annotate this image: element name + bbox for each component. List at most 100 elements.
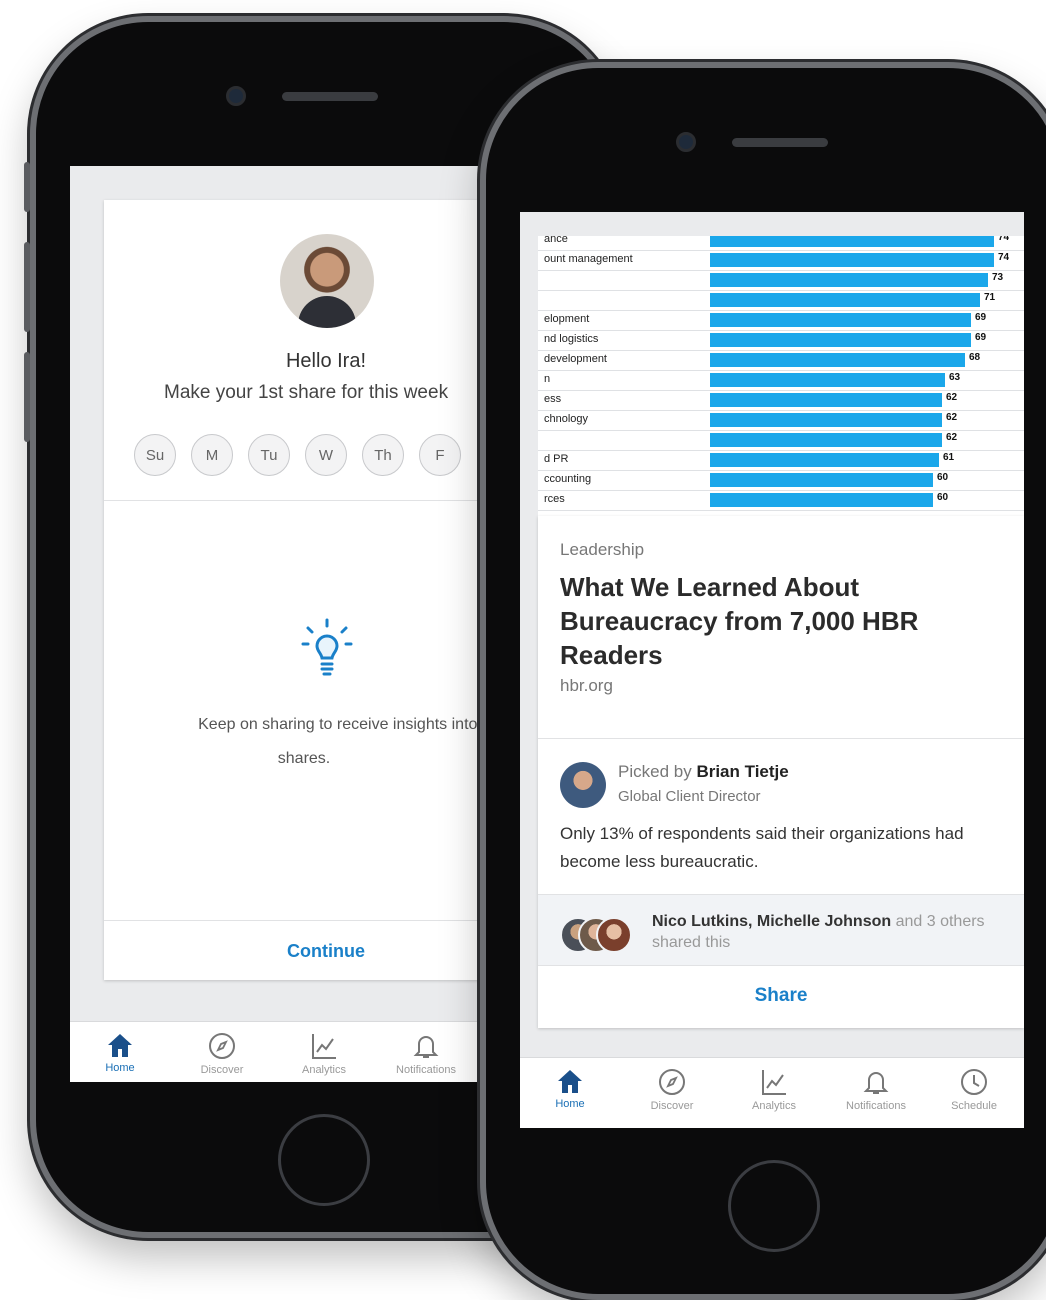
- tab-analytics[interactable]: Analytics: [724, 1068, 824, 1112]
- chart-bar: [710, 236, 994, 247]
- tab-discover[interactable]: Discover: [622, 1068, 722, 1112]
- home-icon: [558, 1070, 582, 1093]
- tab-home[interactable]: Home: [70, 1032, 170, 1074]
- chart-value-label: 71: [984, 292, 996, 303]
- tab-label: Discover: [650, 1100, 694, 1112]
- article-chart-image: ance 74 ount management 74 73 71 elopment 69nd …: [538, 236, 1024, 516]
- home-icon: [108, 1034, 132, 1057]
- tab-discover[interactable]: Discover: [172, 1032, 272, 1076]
- chart-bar: [710, 393, 942, 407]
- chart-row-label: development: [544, 353, 607, 365]
- shared-by-row[interactable]: Nico Lutkins, Michelle Johnson and 3 oth…: [538, 894, 1024, 966]
- chart-value-label: 69: [975, 312, 987, 323]
- lightbulb-icon: [301, 618, 353, 676]
- chart-row: elopment 69: [538, 310, 1024, 331]
- compass-icon: [209, 1033, 235, 1059]
- chart-row: ccounting 60: [538, 470, 1024, 491]
- volume-up-button: [24, 242, 30, 332]
- front-camera: [676, 132, 696, 152]
- chart-row: ance 74: [538, 236, 1024, 251]
- chart-row: 73: [538, 270, 1024, 291]
- chart-bar: [710, 413, 942, 427]
- tab-label: Home: [555, 1098, 585, 1110]
- chart-bar: [710, 373, 945, 387]
- day-thursday: Th: [362, 434, 404, 476]
- chart-value-label: 74: [998, 236, 1010, 243]
- chart-bar: [710, 353, 965, 367]
- bell-icon: [413, 1036, 439, 1058]
- divider: [104, 920, 544, 921]
- tab-label: Home: [105, 1062, 135, 1074]
- chart-row-label: rces: [544, 493, 565, 505]
- chart-bar: [710, 253, 994, 267]
- bell-icon: [863, 1072, 889, 1094]
- clock-icon: [961, 1069, 987, 1095]
- article-quote: Only 13% of respondents said their organ…: [560, 824, 964, 871]
- chart-bar: [710, 473, 933, 487]
- tab-home[interactable]: Home: [520, 1068, 620, 1110]
- earpiece-speaker: [732, 138, 828, 147]
- front-camera: [226, 86, 246, 106]
- bottom-tab-bar: Home Discover Analytics Notifications Sc…: [520, 1057, 1024, 1128]
- insight-hint-line-2: shares.: [277, 750, 331, 767]
- chart-row: ess 62: [538, 390, 1024, 411]
- chart-row-label: chnology: [544, 413, 589, 425]
- tab-schedule[interactable]: Schedule: [924, 1068, 1024, 1112]
- right-screen: ance 74 ount management 74 73 71 elopment 69nd …: [520, 212, 1024, 1128]
- article-title[interactable]: What We Learned About Bureaucracy from 7…: [560, 570, 980, 672]
- weekly-share-card: Hello Ira! Make your 1st share for this …: [104, 200, 544, 980]
- chart-row-label: nd logistics: [544, 333, 599, 345]
- avatar: [596, 917, 632, 953]
- chart-row: chnology 62: [538, 410, 1024, 431]
- chart-value-label: 60: [937, 472, 949, 483]
- day-monday: M: [191, 434, 233, 476]
- chart-row-label: n: [544, 373, 551, 385]
- chart-row: d PR 61: [538, 450, 1024, 471]
- day-wednesday: W: [305, 434, 347, 476]
- curator-name: Brian Tietje: [696, 762, 789, 781]
- chart-bar: [710, 493, 933, 507]
- chart-value-label: 62: [946, 412, 958, 423]
- home-button[interactable]: [728, 1160, 820, 1252]
- share-button[interactable]: Share: [538, 974, 1024, 1018]
- tab-notifications[interactable]: Notifications: [826, 1068, 926, 1112]
- avatar-stack: [560, 917, 640, 953]
- shared-by-text: Nico Lutkins, Michelle Johnson and 3 oth…: [652, 911, 1012, 953]
- chart-value-label: 69: [975, 332, 987, 343]
- avatar: [280, 234, 374, 328]
- tab-label: Discover: [200, 1064, 244, 1076]
- tab-label: Notifications: [846, 1100, 906, 1112]
- tab-label: Analytics: [301, 1064, 347, 1076]
- chart-row-label: ccounting: [544, 473, 592, 485]
- chart-value-label: 63: [949, 372, 961, 383]
- chart-value-label: 60: [937, 492, 949, 503]
- chart-value-label: 62: [946, 392, 958, 403]
- chart-row: rces 60: [538, 490, 1024, 511]
- tab-label: Notifications: [396, 1064, 456, 1076]
- tab-label: Schedule: [951, 1100, 997, 1112]
- tab-notifications[interactable]: Notifications: [376, 1032, 476, 1076]
- earpiece-speaker: [282, 92, 378, 101]
- analytics-icon: [312, 1034, 336, 1059]
- tab-analytics[interactable]: Analytics: [274, 1032, 374, 1076]
- chart-bar: [710, 433, 942, 447]
- chart-row: n 63: [538, 370, 1024, 391]
- article-card[interactable]: Leadership What We Learned About Bureauc…: [538, 516, 1024, 1028]
- chart-row-label: d PR: [544, 453, 569, 465]
- day-tuesday: Tu: [248, 434, 290, 476]
- chart-bar: [710, 333, 971, 347]
- compass-icon: [659, 1069, 685, 1095]
- divider: [104, 500, 544, 501]
- article-category: Leadership: [560, 540, 645, 559]
- chart-value-label: 61: [943, 452, 955, 463]
- chart-row: development 68: [538, 350, 1024, 371]
- chart-bar: [710, 273, 988, 287]
- chart-row-label: ount management: [544, 253, 633, 265]
- chart-value-label: 68: [969, 352, 981, 363]
- chart-value-label: 73: [992, 272, 1004, 283]
- home-button[interactable]: [278, 1114, 370, 1206]
- analytics-icon: [762, 1070, 786, 1095]
- chart-value-label: 74: [998, 252, 1010, 263]
- day-sunday: Su: [134, 434, 176, 476]
- chart-row-label: elopment: [544, 313, 590, 325]
